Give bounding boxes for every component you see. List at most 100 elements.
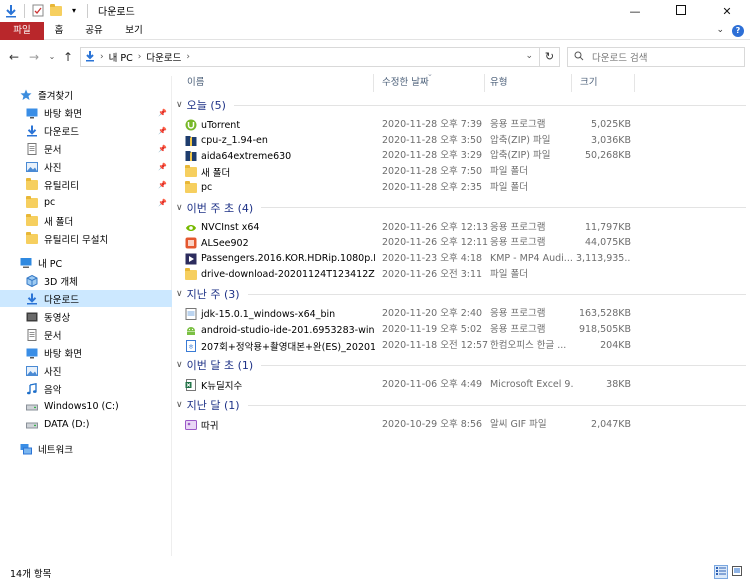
file-row[interactable]: jdk-15.0.1_windows-x64_bin 2020-11-20 오후 … — [176, 306, 746, 322]
file-name: drive-download-20201124T123412Z-001 — [201, 269, 375, 281]
chevron-down-icon[interactable]: ∨ — [176, 400, 183, 410]
file-row[interactable]: aida64extreme630 2020-11-28 오후 3:29 압축(ZIP… — [176, 148, 746, 164]
group-header[interactable]: ∨ 이번 주 초 (4) — [176, 200, 746, 216]
column-divider[interactable] — [634, 74, 635, 92]
maximize-icon — [676, 4, 686, 18]
sidebar-item[interactable]: DATA (D:) — [0, 416, 172, 433]
column-header-size[interactable]: 크기 — [575, 74, 635, 92]
file-date: 2020-11-06 오후 4:49 — [382, 379, 483, 391]
toolbar-divider — [87, 3, 88, 18]
sidebar-item[interactable]: 다운로드 — [0, 290, 172, 307]
view-toggle — [714, 565, 744, 579]
customize-toolbar-icon[interactable]: ▾ — [67, 4, 81, 18]
file-row[interactable]: NVCInst x64 2020-11-26 오후 12:13 응용 프로그램 11,… — [176, 220, 746, 236]
up-arrow-icon[interactable]: ↑ — [60, 48, 76, 66]
tab-view[interactable]: 보기 — [122, 22, 146, 40]
expand-ribbon-icon[interactable]: ⌄ — [716, 25, 724, 35]
minimize-icon: — — [629, 4, 641, 18]
search-input[interactable]: 다운로드 검색 — [567, 47, 745, 67]
group-header[interactable]: ∨ 이번 달 초 (1) — [176, 357, 746, 373]
file-row[interactable]: drive-download-20201124T123412Z-001 2020-… — [176, 267, 746, 283]
sidebar-item[interactable]: 문서 — [0, 326, 172, 343]
breadcrumb-downloads[interactable]: 다운로드 — [146, 50, 181, 64]
sidebar-item[interactable]: Windows10 (C:) — [0, 398, 172, 415]
sidebar-item[interactable]: 사진 📌 — [0, 158, 172, 175]
forward-arrow-icon[interactable]: → — [26, 48, 42, 66]
file-size: 50,268KB — [585, 150, 631, 162]
computer-icon — [20, 257, 32, 269]
file-name: NVCInst x64 — [201, 222, 260, 233]
sidebar-item[interactable]: 음악 — [0, 380, 172, 397]
group-divider — [261, 364, 746, 366]
sidebar-item[interactable]: 바탕 화면 📌 — [0, 104, 172, 121]
tab-home[interactable]: 홈 — [50, 22, 68, 40]
close-icon: ✕ — [722, 4, 732, 18]
video-file-icon — [185, 253, 197, 265]
chevron-right-icon: › — [186, 52, 190, 62]
chevron-down-icon[interactable]: ∨ — [176, 289, 183, 299]
address-bar[interactable]: › 내 PC › 다운로드 › ⌄ ↻ — [80, 47, 560, 67]
file-name-cell: aida64extreme630 — [185, 148, 375, 164]
chevron-down-icon[interactable]: ∨ — [176, 203, 183, 213]
sidebar-item[interactable]: 바탕 화면 — [0, 344, 172, 361]
file-row[interactable]: android-studio-ide-201.6953283-windo... 2… — [176, 322, 746, 338]
search-placeholder: 다운로드 검색 — [592, 53, 648, 64]
file-row[interactable]: K뉴딜지수 2020-11-06 오후 4:49 Microsoft Excel 9… — [176, 377, 746, 393]
file-row[interactable]: ALSee902 2020-11-26 오후 12:11 응용 프로그램 44,075… — [176, 235, 746, 251]
properties-icon[interactable] — [31, 4, 45, 18]
file-row[interactable]: cpu-z_1.94-en 2020-11-28 오후 3:50 압축(ZIP) 파… — [176, 133, 746, 149]
sidebar-item[interactable]: 유틸리티 무설치 — [0, 230, 172, 247]
sidebar-item[interactable]: 문서 📌 — [0, 140, 172, 157]
chevron-down-icon[interactable]: ∨ — [176, 360, 183, 370]
3d-objects-icon — [26, 274, 38, 287]
file-row[interactable]: pc 2020-11-28 오후 2:35 파일 폴더 — [176, 180, 746, 196]
sidebar-item[interactable]: 새 폴더 — [0, 212, 172, 229]
minimize-button[interactable]: — — [612, 0, 658, 22]
tab-file[interactable]: 파일 — [0, 22, 44, 40]
group-divider — [233, 104, 746, 106]
tab-share[interactable]: 공유 — [82, 22, 106, 40]
group-header[interactable]: ∨ 지난 달 (1) — [176, 397, 746, 413]
column-header-type[interactable]: 유형 — [485, 74, 571, 92]
file-name: 따귀 — [201, 421, 219, 433]
file-name-cell: K뉴딜지수 — [185, 377, 375, 393]
file-row[interactable]: 따귀 2020-10-29 오후 8:56 알씨 GIF 파일 2,047KB — [176, 417, 746, 433]
column-header-date[interactable]: 수정한 날짜 — [377, 74, 483, 92]
sidebar-item[interactable]: 동영상 — [0, 308, 172, 325]
column-divider[interactable] — [571, 74, 572, 92]
refresh-icon[interactable]: ↻ — [539, 48, 559, 66]
sidebar-item[interactable]: 유틸리티 📌 — [0, 176, 172, 193]
sidebar-item[interactable]: 네트워크 — [0, 440, 172, 457]
sidebar-item[interactable]: 사진 — [0, 362, 172, 379]
address-history-chevron-icon[interactable]: ⌄ — [525, 51, 533, 61]
group-header[interactable]: ∨ 지난 주 (3) — [176, 286, 746, 302]
file-name-cell: 새 폴더 — [185, 164, 375, 180]
file-row[interactable]: 새 폴더 2020-11-28 오후 7:50 파일 폴더 — [176, 164, 746, 180]
close-button[interactable]: ✕ — [704, 0, 750, 22]
group-header[interactable]: ∨ 오늘 (5) — [176, 97, 746, 113]
large-icons-view-button[interactable] — [730, 565, 744, 579]
sidebar-item[interactable]: pc 📌 — [0, 194, 172, 211]
column-header-name[interactable]: 이름 — [182, 74, 372, 92]
file-row[interactable]: ㅎ 207회+정악용+촬영대본+완(ES)_20201... 2020-11-18 … — [176, 338, 746, 354]
file-row[interactable]: uTorrent 2020-11-28 오후 7:39 응용 프로그램 5,025KB — [176, 117, 746, 133]
file-row[interactable]: Passengers.2016.KOR.HDRip.1080p.H26... 20… — [176, 251, 746, 267]
maximize-button[interactable] — [658, 0, 704, 22]
column-divider[interactable] — [373, 74, 374, 92]
pin-icon: 📌 — [158, 180, 167, 189]
recent-locations-icon[interactable]: ⌄ — [44, 48, 60, 66]
chevron-down-icon[interactable]: ∨ — [176, 100, 183, 110]
sidebar-item[interactable]: 다운로드 📌 — [0, 122, 172, 139]
breadcrumb-this-pc[interactable]: 내 PC — [109, 50, 133, 64]
file-name: 새 폴더 — [201, 168, 231, 180]
file-type: 파일 폴더 — [490, 166, 528, 178]
help-icon[interactable]: ? — [732, 25, 744, 37]
sidebar-item[interactable]: 3D 개체 — [0, 272, 172, 289]
new-folder-icon[interactable] — [49, 3, 63, 18]
sidebar-item[interactable]: 내 PC — [0, 254, 172, 271]
sidebar-item[interactable]: 즐겨찾기 — [0, 86, 172, 103]
navigation-pane: 즐겨찾기 바탕 화면 📌 다운로드 📌 문서 📌 사진 📌 유틸리티 📌 pc 📌 새 폴더 유틸리티 무설… — [0, 76, 172, 556]
details-view-button[interactable] — [714, 565, 728, 579]
back-arrow-icon[interactable]: ← — [6, 48, 22, 66]
excel-icon — [185, 379, 197, 392]
